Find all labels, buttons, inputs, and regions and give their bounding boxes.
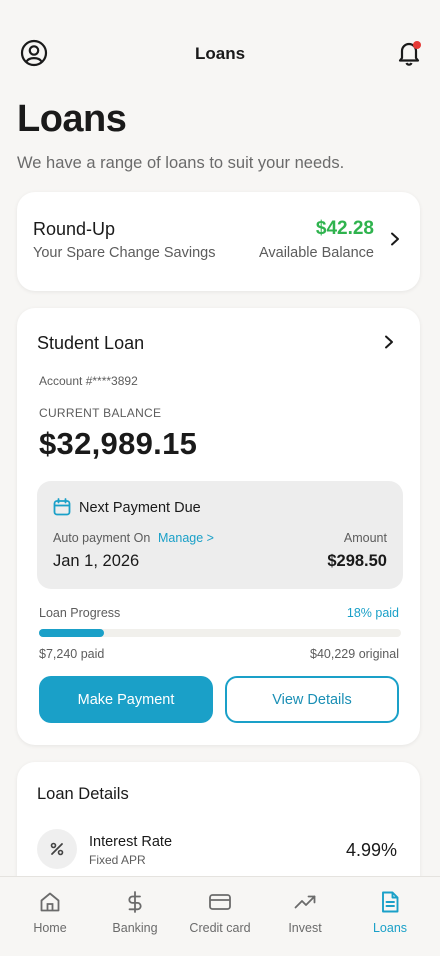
loan-progress-bar bbox=[39, 629, 401, 637]
loan-progress-label: Loan Progress bbox=[39, 606, 121, 620]
page-title: Loans bbox=[17, 98, 127, 140]
next-payment-box: Next Payment Due Auto payment On Manage … bbox=[37, 481, 403, 589]
credit-card-icon bbox=[209, 894, 231, 910]
original-amount: $40,229 original bbox=[310, 647, 399, 661]
interest-rate-title: Interest Rate bbox=[89, 834, 173, 850]
home-icon bbox=[40, 892, 60, 912]
account-number: Account #****3892 bbox=[39, 374, 138, 388]
interest-rate-subtitle: Fixed APR bbox=[89, 853, 146, 867]
tab-banking[interactable]: Banking bbox=[91, 877, 179, 956]
loan-progress-fill bbox=[39, 629, 105, 637]
bottom-tab-bar: Home Banking Credit card Invest Loans bbox=[0, 876, 440, 956]
header-title: Loans bbox=[194, 44, 246, 63]
calendar-icon bbox=[53, 498, 71, 516]
trending-up-icon bbox=[294, 895, 316, 909]
amount-paid: $7,240 paid bbox=[39, 647, 105, 661]
top-bar: Loans bbox=[0, 0, 440, 100]
tab-label-credit-card: Credit card bbox=[189, 921, 251, 935]
tab-credit-card[interactable]: Credit card bbox=[176, 877, 264, 956]
percent-icon bbox=[37, 829, 77, 869]
tab-invest[interactable]: Invest bbox=[261, 877, 349, 956]
roundup-amount-label: Available Balance bbox=[258, 245, 374, 261]
tab-loans[interactable]: Loans bbox=[346, 877, 434, 956]
tab-label-loans: Loans bbox=[372, 921, 408, 935]
roundup-title: Round-Up bbox=[33, 219, 116, 239]
interest-rate-value: 4.99% bbox=[345, 840, 397, 860]
document-icon bbox=[382, 891, 399, 913]
auto-payment-label: Auto payment On bbox=[53, 531, 151, 545]
roundup-card[interactable]: Round-Up Your Spare Change Savings $42.2… bbox=[17, 192, 420, 291]
chevron-right-icon bbox=[391, 232, 399, 246]
page-subtitle: We have a range of loans to suit your ne… bbox=[17, 154, 345, 172]
payment-amount: $298.50 bbox=[327, 552, 387, 570]
tab-label-banking: Banking bbox=[112, 921, 158, 935]
balance-label: CURRENT BALANCE bbox=[39, 406, 162, 420]
chevron-right-icon[interactable] bbox=[382, 335, 396, 349]
student-loan-card: Student Loan Account #****3892 CURRENT B… bbox=[17, 308, 420, 745]
view-details-button[interactable]: View Details bbox=[225, 676, 399, 723]
dollar-icon bbox=[128, 891, 142, 913]
roundup-subtitle: Your Spare Change Savings bbox=[33, 245, 216, 261]
tab-label-invest: Invest bbox=[288, 921, 322, 935]
manage-link[interactable]: Manage > bbox=[158, 531, 214, 545]
make-payment-button[interactable]: Make Payment bbox=[39, 676, 213, 723]
loan-details-title: Loan Details bbox=[37, 785, 129, 803]
notification-dot bbox=[413, 41, 421, 49]
amount-label: Amount bbox=[343, 531, 387, 545]
next-payment-title: Next Payment Due bbox=[79, 500, 201, 516]
notifications-button[interactable] bbox=[396, 39, 422, 67]
payment-date: Jan 1, 2026 bbox=[53, 552, 140, 570]
loan-progress-percent: 18% paid bbox=[346, 606, 399, 620]
current-balance: $32,989.15 bbox=[39, 426, 198, 461]
roundup-amount: $42.28 bbox=[315, 218, 374, 239]
loan-title: Student Loan bbox=[37, 333, 145, 353]
tab-label-home: Home bbox=[33, 921, 67, 935]
tab-home[interactable]: Home bbox=[6, 877, 94, 956]
